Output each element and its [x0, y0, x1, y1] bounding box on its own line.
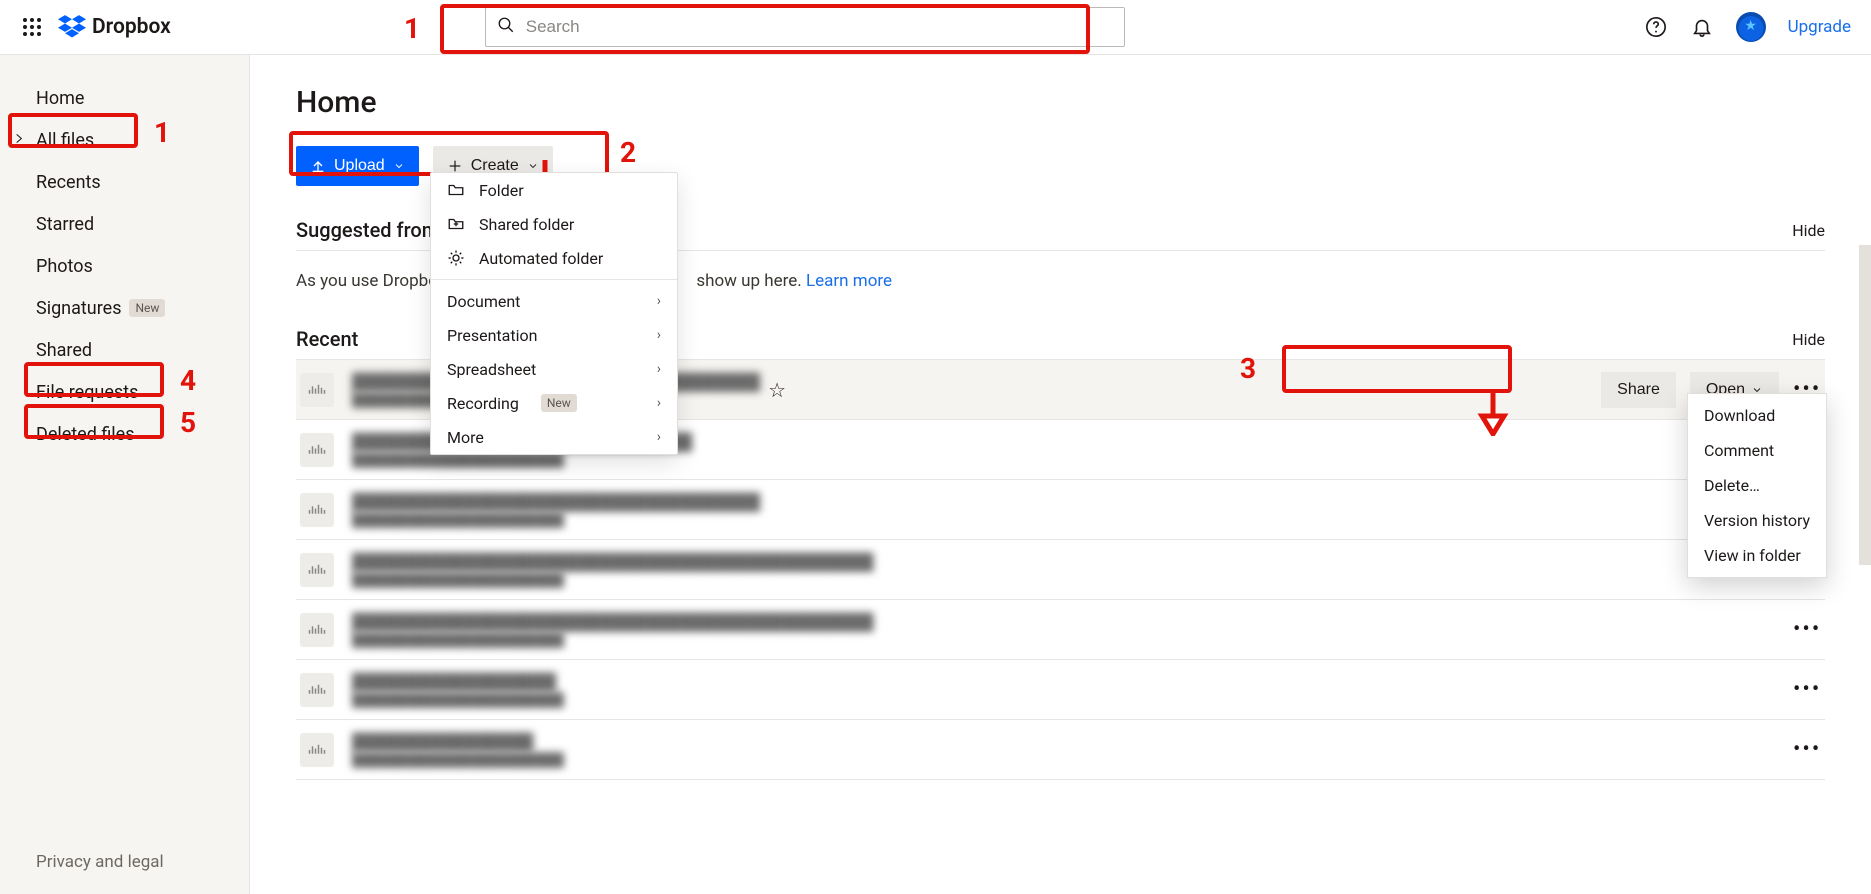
file-meta: ███████████████████████	[352, 512, 760, 528]
chevron-right-icon: ›	[657, 361, 661, 377]
privacy-legal-link[interactable]: Privacy and legal	[0, 852, 249, 894]
menu-divider	[431, 279, 677, 280]
scrollbar[interactable]	[1859, 245, 1871, 565]
ctx-delete[interactable]: Delete…	[1688, 468, 1826, 503]
upload-button[interactable]: Upload	[296, 146, 419, 186]
chevron-right-icon	[12, 130, 26, 151]
search-icon	[497, 16, 515, 38]
sidebar-item-label: Photos	[36, 256, 93, 277]
sidebar-item-label: Deleted files	[36, 424, 135, 445]
sidebar-item-recents[interactable]: Recents	[0, 161, 249, 203]
file-type-icon	[300, 493, 334, 527]
sidebar-item-starred[interactable]: Starred	[0, 203, 249, 245]
apps-grid-icon[interactable]	[20, 15, 44, 39]
file-meta: ███████████████████████	[352, 692, 564, 708]
ctx-view[interactable]: View in folder	[1688, 538, 1826, 573]
sidebar-item-deleted-files[interactable]: Deleted files	[0, 413, 249, 455]
file-meta: ███████████████████████	[352, 572, 873, 588]
menu-item-spreadsheet[interactable]: Spreadsheet ›	[431, 352, 677, 386]
sidebar-item-label: Starred	[36, 214, 94, 235]
share-button[interactable]: Share	[1601, 372, 1676, 408]
more-actions-icon[interactable]: •••	[1793, 617, 1821, 642]
avatar[interactable]	[1736, 12, 1766, 42]
file-row[interactable]: ████████████████████████████████████████…	[296, 480, 1825, 540]
sidebar-item-signatures[interactable]: Signatures New	[0, 287, 249, 329]
menu-item-folder[interactable]: Folder	[431, 173, 677, 207]
upload-label: Upload	[334, 157, 385, 175]
bell-icon[interactable]	[1690, 15, 1714, 39]
sidebar-item-label: All files	[36, 130, 94, 151]
upgrade-link[interactable]: Upgrade	[1788, 17, 1851, 37]
menu-item-more[interactable]: More ›	[431, 420, 677, 454]
file-type-icon	[300, 373, 334, 407]
chevron-right-icon: ›	[657, 395, 661, 411]
recent-title: Recent	[296, 327, 358, 351]
sidebar-item-file-requests[interactable]: File requests	[0, 371, 249, 413]
file-type-icon	[300, 673, 334, 707]
sidebar-item-label: Signatures	[36, 298, 121, 319]
file-type-icon	[300, 613, 334, 647]
ctx-comment[interactable]: Comment	[1688, 433, 1826, 468]
new-badge: New	[129, 299, 165, 317]
star-icon[interactable]: ☆	[768, 378, 786, 402]
file-meta: ███████████████████████	[352, 632, 873, 648]
recent-hide[interactable]: Hide	[1792, 330, 1825, 349]
menu-item-recording[interactable]: Recording New ›	[431, 386, 677, 420]
new-badge: New	[541, 394, 577, 412]
sidebar-item-label: Recents	[36, 172, 101, 193]
dropbox-logo[interactable]: Dropbox	[58, 15, 171, 39]
more-actions-icon[interactable]: •••	[1793, 737, 1821, 762]
sidebar-item-photos[interactable]: Photos	[0, 245, 249, 287]
learn-more-link[interactable]: Learn more	[806, 271, 892, 291]
chevron-right-icon: ›	[657, 429, 661, 445]
chevron-right-icon: ›	[657, 327, 661, 343]
search-input[interactable]	[485, 7, 1125, 47]
file-row[interactable]: ███████████████████████████████████████ …	[296, 720, 1825, 780]
suggested-hide[interactable]: Hide	[1792, 221, 1825, 240]
chevron-right-icon: ›	[657, 293, 661, 309]
sidebar-item-label: File requests	[36, 382, 138, 403]
menu-item-document[interactable]: Document ›	[431, 284, 677, 318]
file-row[interactable]: ████████████████████████████████████████…	[296, 660, 1825, 720]
file-name: ████████████████████████████████████	[352, 492, 760, 512]
file-type-icon	[300, 553, 334, 587]
file-type-icon	[300, 733, 334, 767]
page-title: Home	[296, 85, 1825, 120]
file-name: ██████████████████	[352, 672, 564, 692]
file-meta: ███████████████████████	[352, 752, 564, 768]
ctx-version[interactable]: Version history	[1688, 503, 1826, 538]
help-icon[interactable]	[1644, 15, 1668, 39]
file-row[interactable]: ████████████████████████████████████████…	[296, 540, 1825, 600]
sidebar-item-all-files[interactable]: All files	[0, 119, 249, 161]
sidebar-item-home[interactable]: Home	[0, 77, 249, 119]
menu-item-shared-folder[interactable]: Shared folder	[431, 207, 677, 241]
file-name: ████████████████████████████████████████…	[352, 552, 873, 572]
create-dropdown: Folder Shared folder Automated folder Do…	[430, 172, 678, 455]
ctx-download[interactable]: Download	[1688, 398, 1826, 433]
file-name: ████████████████	[352, 732, 564, 752]
menu-item-presentation[interactable]: Presentation ›	[431, 318, 677, 352]
row-context-menu: Download Comment Delete… Version history…	[1687, 393, 1827, 578]
menu-item-automated-folder[interactable]: Automated folder	[431, 241, 677, 275]
file-type-icon	[300, 433, 334, 467]
sidebar-item-label: Home	[36, 88, 84, 109]
file-row[interactable]: ████████████████████████████████████████…	[296, 600, 1825, 660]
suggested-title: Suggested from	[296, 218, 439, 242]
sidebar-item-shared[interactable]: Shared	[0, 329, 249, 371]
sidebar-item-label: Shared	[36, 340, 92, 361]
brand-text: Dropbox	[92, 15, 171, 39]
file-name: ████████████████████████████████████████…	[352, 612, 873, 632]
more-actions-icon[interactable]: •••	[1793, 677, 1821, 702]
